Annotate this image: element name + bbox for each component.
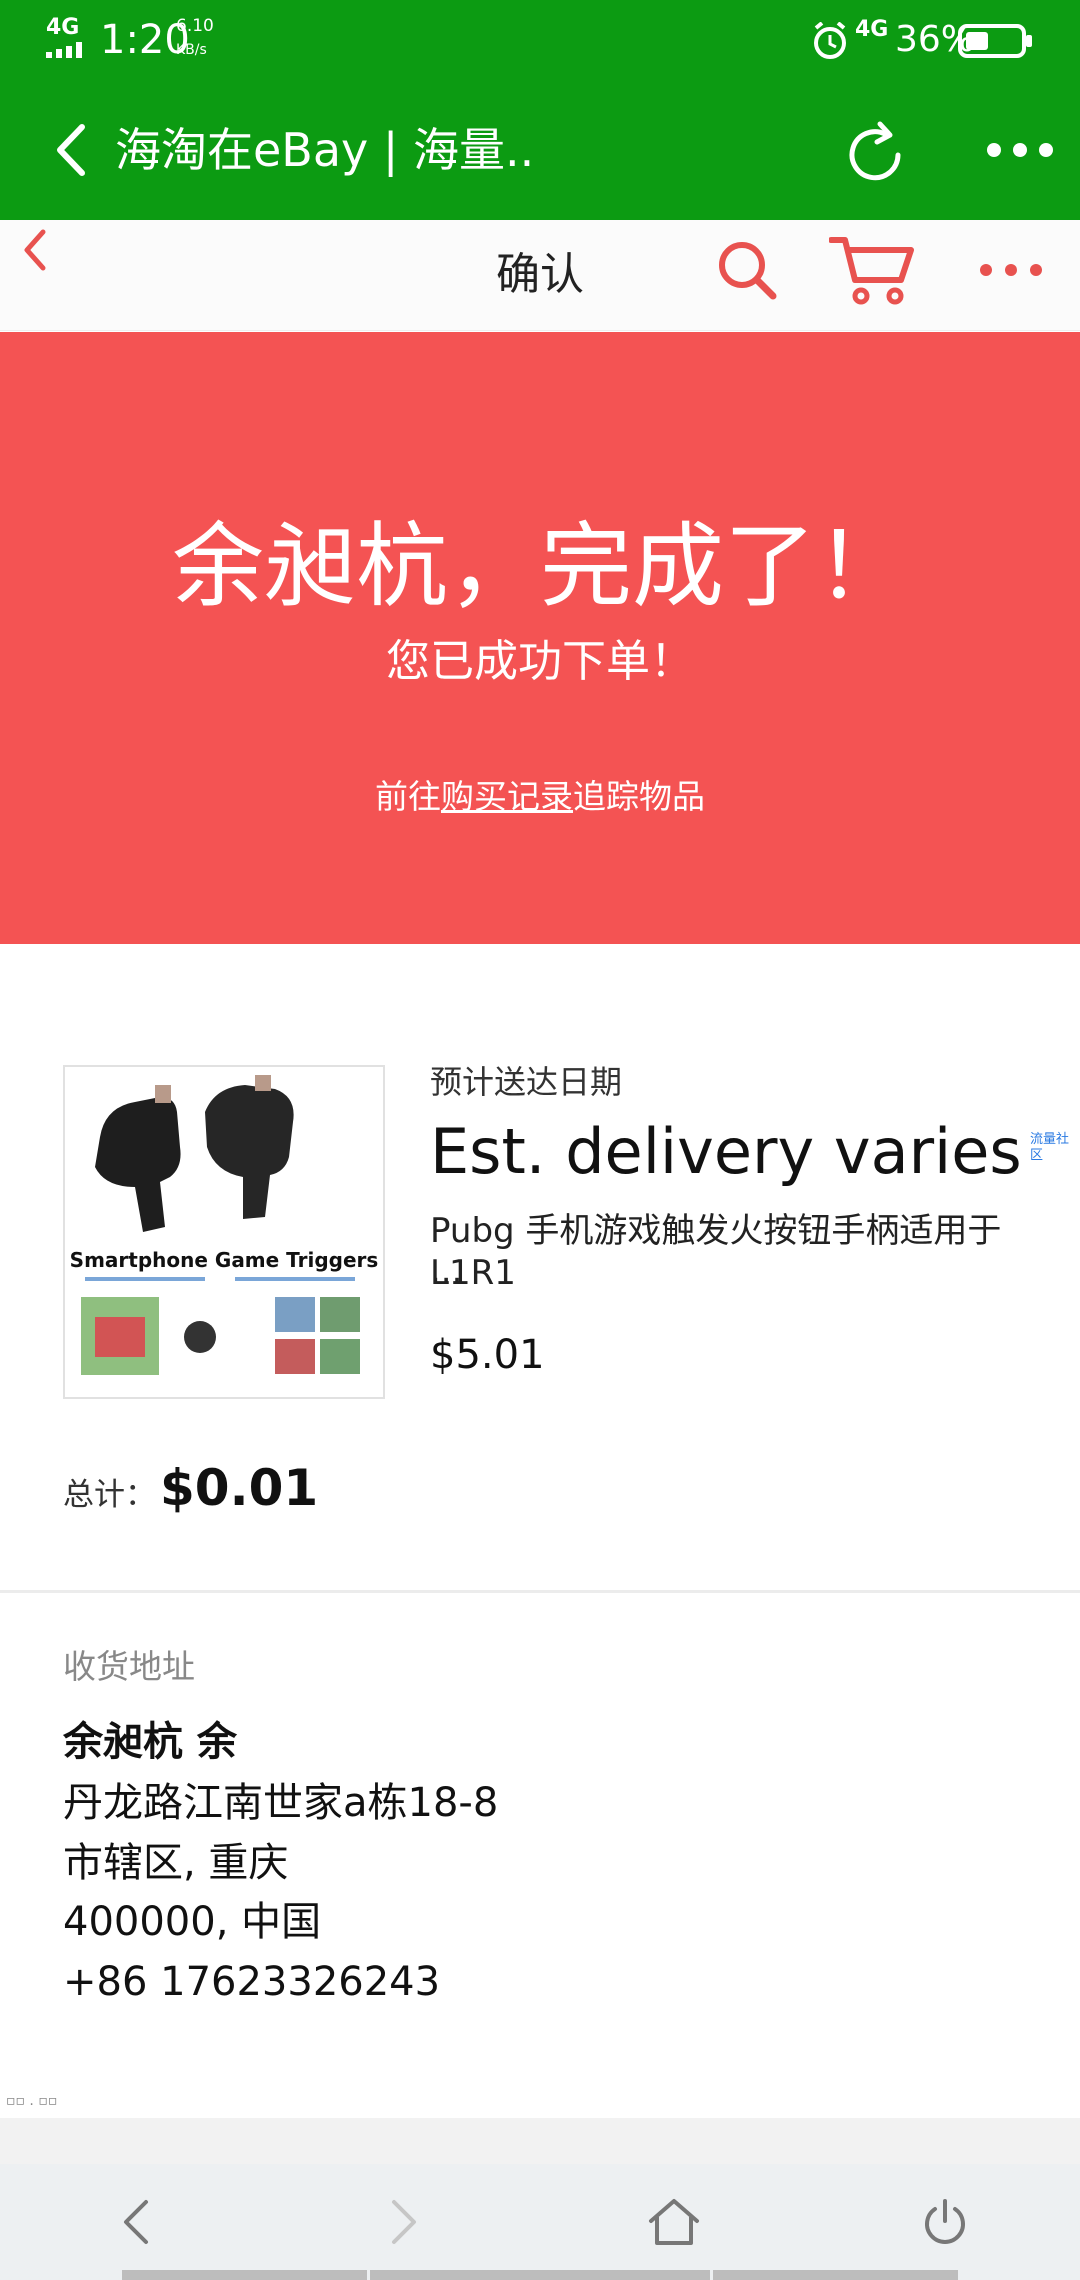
forward-icon bbox=[392, 2200, 416, 2244]
home-icon bbox=[649, 2199, 699, 2245]
nav-home-button[interactable] bbox=[614, 2164, 734, 2280]
purchase-history-link[interactable]: 购买记录 bbox=[441, 777, 573, 816]
browser-back-button[interactable] bbox=[40, 120, 100, 180]
net-speed-unit: KB/s bbox=[176, 42, 207, 58]
network-indicator-right: 4G bbox=[855, 17, 889, 42]
item-price: $5.01 bbox=[430, 1332, 545, 1378]
product-photo: Smartphone Game Triggers bbox=[65, 1067, 383, 1397]
track-order-text: 前往购买记录追踪物品 bbox=[0, 772, 1080, 822]
cart-button[interactable] bbox=[828, 220, 916, 320]
refresh-icon bbox=[849, 121, 901, 181]
more-icon bbox=[980, 264, 1042, 276]
estimated-delivery-value: Est. delivery varies bbox=[430, 1115, 1022, 1188]
nav-indicator bbox=[713, 2270, 958, 2280]
track-prefix: 前往 bbox=[375, 777, 441, 816]
search-button[interactable] bbox=[712, 220, 782, 320]
shipping-address-label: 收货地址 bbox=[63, 1647, 195, 1686]
browser-menu-button[interactable] bbox=[980, 120, 1060, 180]
item-title[interactable]: Pubg 手机游戏触发火按钮手柄适用于 L1R1 bbox=[430, 1210, 1030, 1294]
item-title-ellipsis: ... bbox=[430, 1251, 463, 1291]
page-title: 确认 bbox=[496, 249, 584, 300]
net-speed-value: 6.10 bbox=[176, 16, 214, 36]
app-menu-button[interactable] bbox=[975, 220, 1047, 320]
back-icon bbox=[124, 2200, 148, 2244]
estimated-delivery-label: 预计送达日期 bbox=[430, 1063, 623, 1101]
order-total-value: $0.01 bbox=[160, 1459, 319, 1517]
confirmation-title: 余昶杭，完成了！ bbox=[171, 513, 908, 620]
battery-icon bbox=[958, 24, 1032, 58]
recipient-name: 余昶杭 余 bbox=[63, 1719, 237, 1765]
nav-forward-button[interactable] bbox=[345, 2164, 465, 2280]
footer-placeholder-text: ▫▫ . ▫▫ bbox=[6, 2093, 58, 2109]
page-bottom-strip bbox=[0, 2118, 1080, 2164]
recipient-phone: +86 17623326243 bbox=[63, 1959, 441, 2005]
signal-icon bbox=[46, 42, 82, 58]
alarm-icon bbox=[814, 22, 846, 59]
side-community-link[interactable]: 流量社区 bbox=[1030, 1132, 1080, 1164]
app-header: 确认 bbox=[0, 220, 1080, 331]
browser-bottom-nav bbox=[0, 2164, 1080, 2280]
nav-indicator bbox=[370, 2270, 710, 2280]
order-total-label: 总计： bbox=[63, 1477, 156, 1513]
network-indicator: 4G bbox=[46, 15, 80, 40]
back-icon bbox=[57, 124, 85, 176]
confirmation-banner: 余昶杭，完成了！ 您已成功下单！ 前往购买记录追踪物品 bbox=[0, 332, 1080, 944]
power-icon bbox=[925, 2199, 965, 2244]
status-bar: 4G 1:20 6.10 KB/s 4G 36% bbox=[0, 0, 1080, 80]
reload-button[interactable] bbox=[835, 115, 915, 195]
browser-page-title[interactable]: 海淘在eBay | 海量.. bbox=[115, 80, 534, 220]
cart-icon bbox=[829, 237, 914, 305]
nav-back-button[interactable] bbox=[75, 2164, 195, 2280]
address-line-1: 丹龙路江南世家a栋18-8 bbox=[63, 1780, 499, 1826]
thumb-caption: Smartphone Game Triggers bbox=[70, 1248, 379, 1272]
nav-indicator bbox=[122, 2270, 367, 2280]
address-line-3: 400000, 中国 bbox=[63, 1899, 322, 1945]
track-suffix: 追踪物品 bbox=[573, 777, 705, 816]
confirmation-subtitle: 您已成功下单！ bbox=[386, 636, 694, 687]
more-icon bbox=[987, 143, 1053, 157]
product-image[interactable]: Smartphone Game Triggers bbox=[63, 1065, 385, 1399]
section-divider bbox=[0, 1590, 1080, 1593]
browser-toolbar: 海淘在eBay | 海量.. bbox=[0, 80, 1080, 220]
address-line-2: 市辖区, 重庆 bbox=[63, 1840, 289, 1886]
search-icon bbox=[719, 242, 777, 300]
nav-exit-button[interactable] bbox=[885, 2164, 1005, 2280]
